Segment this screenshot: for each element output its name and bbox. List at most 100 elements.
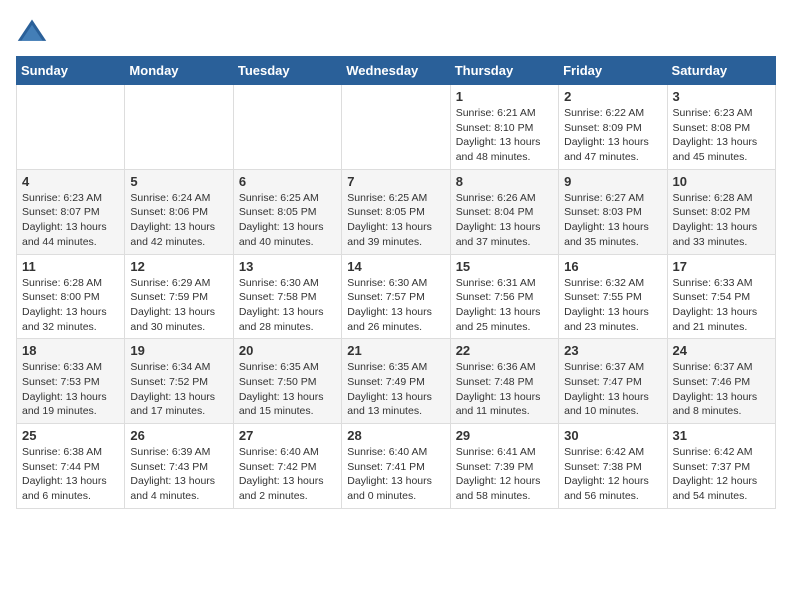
calendar-header-friday: Friday [559, 57, 667, 85]
calendar-header-saturday: Saturday [667, 57, 775, 85]
day-number: 24 [673, 343, 770, 358]
calendar-cell: 21Sunrise: 6:35 AM Sunset: 7:49 PM Dayli… [342, 339, 450, 424]
calendar-header-wednesday: Wednesday [342, 57, 450, 85]
day-info: Sunrise: 6:31 AM Sunset: 7:56 PM Dayligh… [456, 276, 553, 335]
day-info: Sunrise: 6:25 AM Sunset: 8:05 PM Dayligh… [347, 191, 444, 250]
calendar-week-row: 1Sunrise: 6:21 AM Sunset: 8:10 PM Daylig… [17, 85, 776, 170]
day-info: Sunrise: 6:33 AM Sunset: 7:53 PM Dayligh… [22, 360, 119, 419]
calendar-cell: 16 Sunrise: 6:32 AM Sunset: 7:55 PM Dayli… [559, 254, 667, 339]
day-number: 16 [564, 259, 661, 274]
calendar-week-row: 11 Sunrise: 6:28 AM Sunset: 8:00 PM Dayli… [17, 254, 776, 339]
day-info: Sunrise: 6:27 AM Sunset: 8:03 PM Dayligh… [564, 191, 661, 250]
day-info: Sunrise: 6:38 AM Sunset: 7:44 PM Dayligh… [22, 445, 119, 504]
day-info: Sunrise: 6:39 AM Sunset: 7:43 PM Dayligh… [130, 445, 227, 504]
calendar-cell: 2 Sunrise: 6:22 AM Sunset: 8:09 PM Daylig… [559, 85, 667, 170]
calendar-cell: 30Sunrise: 6:42 AM Sunset: 7:38 PM Dayli… [559, 424, 667, 509]
day-number: 12 [130, 259, 227, 274]
calendar-cell: 5 Sunrise: 6:24 AM Sunset: 8:06 PM Daylig… [125, 169, 233, 254]
day-number: 26 [130, 428, 227, 443]
calendar-cell: 22 Sunrise: 6:36 AM Sunset: 7:48 PM Dayli… [450, 339, 558, 424]
day-info: Sunrise: 6:29 AM Sunset: 7:59 PM Dayligh… [130, 276, 227, 335]
calendar-header-monday: Monday [125, 57, 233, 85]
day-number: 8 [456, 174, 553, 189]
calendar-cell: 4 Sunrise: 6:23 AM Sunset: 8:07 PM Daylig… [17, 169, 125, 254]
calendar-header-sunday: Sunday [17, 57, 125, 85]
calendar-cell: 15 Sunrise: 6:31 AM Sunset: 7:56 PM Dayli… [450, 254, 558, 339]
day-info: Sunrise: 6:21 AM Sunset: 8:10 PM Dayligh… [456, 106, 553, 165]
calendar-week-row: 18 Sunrise: 6:33 AM Sunset: 7:53 PM Dayli… [17, 339, 776, 424]
calendar-cell: 25 Sunrise: 6:38 AM Sunset: 7:44 PM Dayli… [17, 424, 125, 509]
day-info: Sunrise: 6:36 AM Sunset: 7:48 PM Dayligh… [456, 360, 553, 419]
day-number: 31 [673, 428, 770, 443]
day-info: Sunrise: 6:24 AM Sunset: 8:06 PM Dayligh… [130, 191, 227, 250]
day-number: 25 [22, 428, 119, 443]
calendar-cell: 7 Sunrise: 6:25 AM Sunset: 8:05 PM Daylig… [342, 169, 450, 254]
day-number: 28 [347, 428, 444, 443]
day-number: 11 [22, 259, 119, 274]
day-number: 6 [239, 174, 336, 189]
day-number: 15 [456, 259, 553, 274]
day-number: 23 [564, 343, 661, 358]
calendar-cell [125, 85, 233, 170]
calendar-cell: 6 Sunrise: 6:25 AM Sunset: 8:05 PM Daylig… [233, 169, 341, 254]
day-number: 7 [347, 174, 444, 189]
calendar-cell [17, 85, 125, 170]
day-info: Sunrise: 6:22 AM Sunset: 8:09 PM Dayligh… [564, 106, 661, 165]
calendar-cell: 26 Sunrise: 6:39 AM Sunset: 7:43 PM Dayli… [125, 424, 233, 509]
calendar-week-row: 4 Sunrise: 6:23 AM Sunset: 8:07 PM Daylig… [17, 169, 776, 254]
day-number: 27 [239, 428, 336, 443]
day-info: Sunrise: 6:32 AM Sunset: 7:55 PM Dayligh… [564, 276, 661, 335]
page-header [16, 16, 776, 48]
day-info: Sunrise: 6:33 AM Sunset: 7:54 PM Dayligh… [673, 276, 770, 335]
day-info: Sunrise: 6:30 AM Sunset: 7:57 PM Dayligh… [347, 276, 444, 335]
calendar-header-thursday: Thursday [450, 57, 558, 85]
day-info: Sunrise: 6:37 AM Sunset: 7:47 PM Dayligh… [564, 360, 661, 419]
day-number: 3 [673, 89, 770, 104]
calendar-week-row: 25 Sunrise: 6:38 AM Sunset: 7:44 PM Dayli… [17, 424, 776, 509]
calendar-header-tuesday: Tuesday [233, 57, 341, 85]
calendar-cell: 20 Sunrise: 6:35 AM Sunset: 7:50 PM Dayli… [233, 339, 341, 424]
day-number: 9 [564, 174, 661, 189]
day-info: Sunrise: 6:28 AM Sunset: 8:00 PM Dayligh… [22, 276, 119, 335]
calendar-cell: 10Sunrise: 6:28 AM Sunset: 8:02 PM Dayli… [667, 169, 775, 254]
calendar-cell: 9 Sunrise: 6:27 AM Sunset: 8:03 PM Daylig… [559, 169, 667, 254]
calendar-header-row: SundayMondayTuesdayWednesdayThursdayFrid… [17, 57, 776, 85]
calendar-cell: 23 Sunrise: 6:37 AM Sunset: 7:47 PM Dayli… [559, 339, 667, 424]
day-number: 20 [239, 343, 336, 358]
logo-icon [16, 16, 48, 48]
calendar-cell [233, 85, 341, 170]
day-info: Sunrise: 6:40 AM Sunset: 7:42 PM Dayligh… [239, 445, 336, 504]
day-number: 13 [239, 259, 336, 274]
day-number: 2 [564, 89, 661, 104]
calendar-cell: 14 Sunrise: 6:30 AM Sunset: 7:57 PM Dayli… [342, 254, 450, 339]
day-number: 18 [22, 343, 119, 358]
calendar-cell [342, 85, 450, 170]
day-info: Sunrise: 6:41 AM Sunset: 7:39 PM Dayligh… [456, 445, 553, 504]
day-info: Sunrise: 6:34 AM Sunset: 7:52 PM Dayligh… [130, 360, 227, 419]
calendar-cell: 31Sunrise: 6:42 AM Sunset: 7:37 PM Dayli… [667, 424, 775, 509]
calendar-table: SundayMondayTuesdayWednesdayThursdayFrid… [16, 56, 776, 509]
calendar-cell: 3 Sunrise: 6:23 AM Sunset: 8:08 PM Daylig… [667, 85, 775, 170]
day-info: Sunrise: 6:23 AM Sunset: 8:07 PM Dayligh… [22, 191, 119, 250]
day-info: Sunrise: 6:26 AM Sunset: 8:04 PM Dayligh… [456, 191, 553, 250]
day-info: Sunrise: 6:35 AM Sunset: 7:50 PM Dayligh… [239, 360, 336, 419]
calendar-cell: 1Sunrise: 6:21 AM Sunset: 8:10 PM Daylig… [450, 85, 558, 170]
day-number: 29 [456, 428, 553, 443]
calendar-cell: 11 Sunrise: 6:28 AM Sunset: 8:00 PM Dayli… [17, 254, 125, 339]
day-number: 14 [347, 259, 444, 274]
calendar-cell: 29 Sunrise: 6:41 AM Sunset: 7:39 PM Dayli… [450, 424, 558, 509]
day-info: Sunrise: 6:28 AM Sunset: 8:02 PM Dayligh… [673, 191, 770, 250]
day-number: 22 [456, 343, 553, 358]
day-number: 19 [130, 343, 227, 358]
day-info: Sunrise: 6:42 AM Sunset: 7:38 PM Dayligh… [564, 445, 661, 504]
calendar-cell: 27 Sunrise: 6:40 AM Sunset: 7:42 PM Dayli… [233, 424, 341, 509]
day-info: Sunrise: 6:37 AM Sunset: 7:46 PM Dayligh… [673, 360, 770, 419]
day-number: 4 [22, 174, 119, 189]
calendar-cell: 12 Sunrise: 6:29 AM Sunset: 7:59 PM Dayli… [125, 254, 233, 339]
calendar-cell: 18 Sunrise: 6:33 AM Sunset: 7:53 PM Dayli… [17, 339, 125, 424]
day-number: 21 [347, 343, 444, 358]
day-info: Sunrise: 6:23 AM Sunset: 8:08 PM Dayligh… [673, 106, 770, 165]
day-number: 5 [130, 174, 227, 189]
day-info: Sunrise: 6:30 AM Sunset: 7:58 PM Dayligh… [239, 276, 336, 335]
day-info: Sunrise: 6:25 AM Sunset: 8:05 PM Dayligh… [239, 191, 336, 250]
